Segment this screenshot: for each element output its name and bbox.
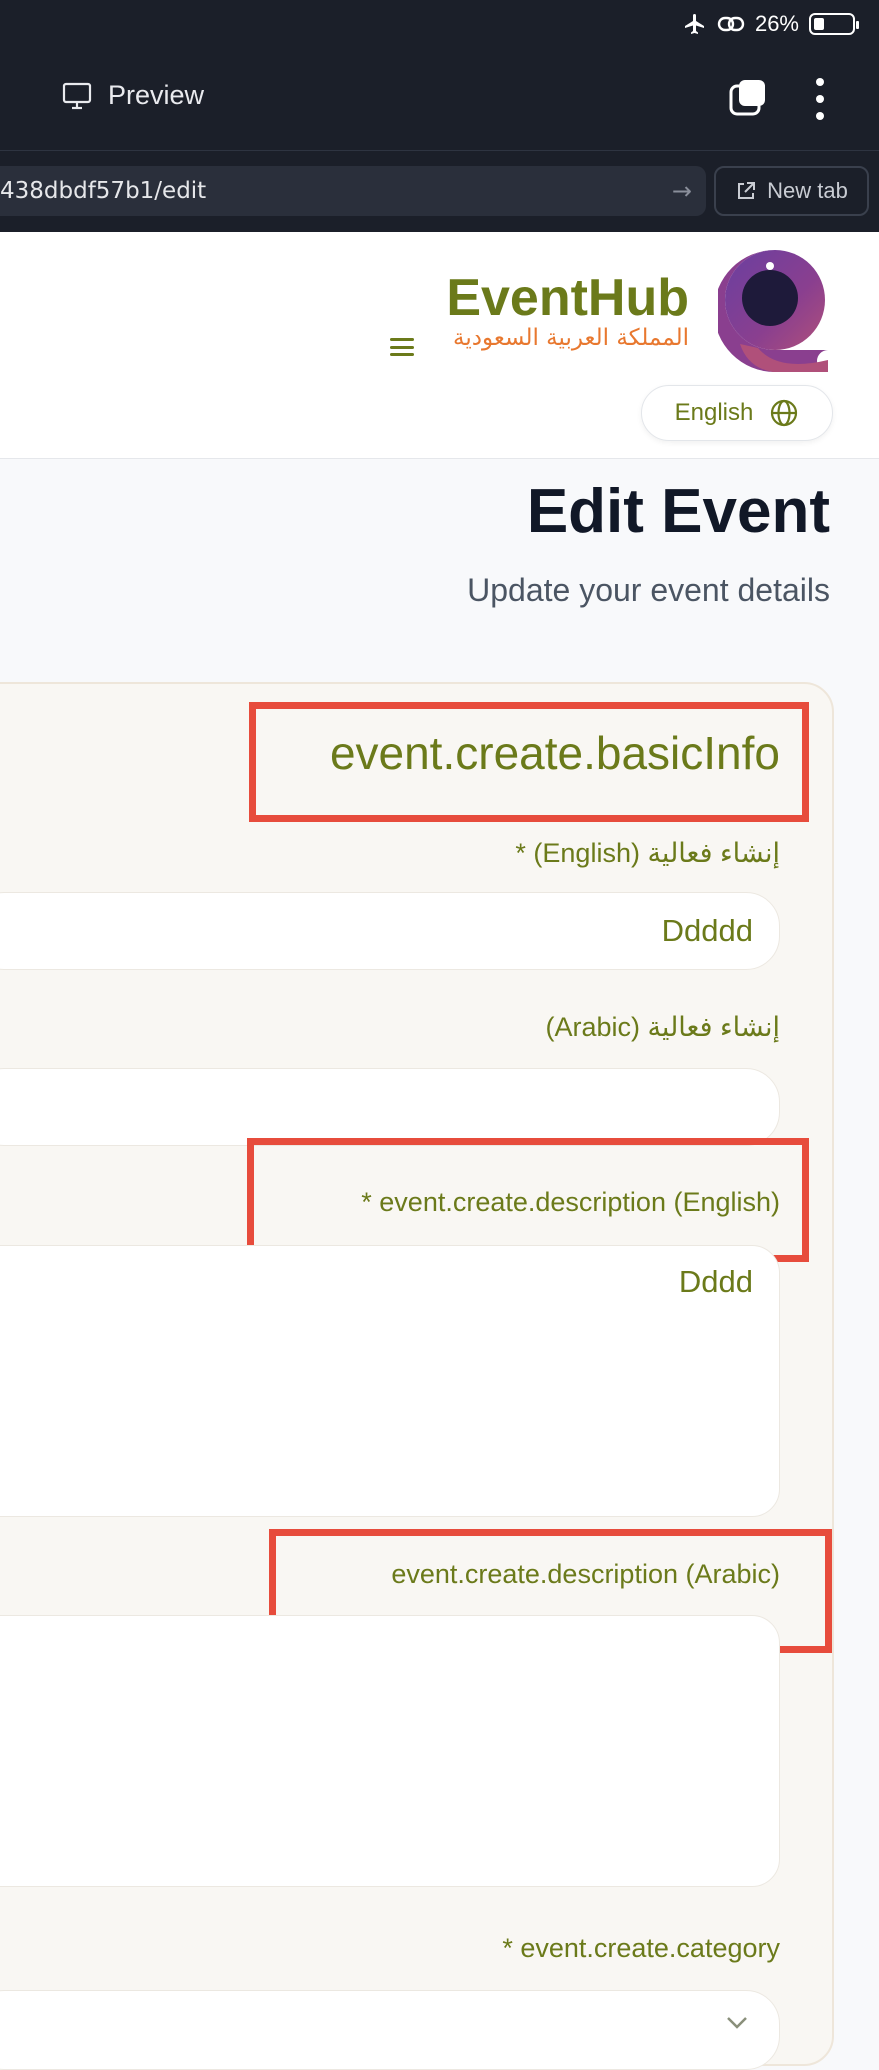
new-tab-label: New tab (767, 178, 848, 203)
external-link-icon (738, 182, 756, 199)
new-tab-button[interactable]: New tab (714, 166, 869, 216)
menu-icon[interactable] (390, 338, 414, 356)
language-switcher[interactable]: English (641, 385, 833, 441)
airplane-icon (684, 14, 704, 34)
page-title: Edit Event (526, 477, 830, 546)
more-options-icon[interactable] (813, 78, 827, 120)
brand-name[interactable]: EventHub (446, 268, 689, 328)
globe-icon (771, 399, 798, 427)
url-text: 438dbdf57b1/edit (0, 178, 207, 204)
highlight-box (249, 702, 809, 822)
go-arrow-icon[interactable]: → (672, 166, 692, 216)
title-en-label: إنشاء فعالية (English) * (515, 838, 780, 868)
desc-ar-textarea[interactable] (0, 1615, 780, 1887)
brand-logo[interactable] (718, 248, 832, 372)
tabs-icon[interactable] (729, 78, 767, 116)
link-icon (717, 16, 745, 32)
title-ar-label: إنشاء فعالية (Arabic) (545, 1012, 780, 1042)
chevron-down-icon (727, 2017, 747, 2029)
category-label: * event.create.category (502, 1933, 780, 1963)
desc-en-textarea[interactable]: Dddd (0, 1245, 780, 1517)
title-en-input[interactable]: Ddddd (0, 892, 780, 970)
preview-label: Preview (108, 80, 205, 110)
category-select[interactable] (0, 1990, 780, 2070)
highlight-box (247, 1138, 809, 1262)
preview-button[interactable]: Preview (62, 80, 204, 111)
title-en-value: Ddddd (661, 913, 753, 948)
language-label: English (674, 399, 754, 426)
monitor-icon (62, 82, 92, 109)
chrome-divider (0, 150, 879, 151)
brand-subtitle: المملكة العربية السعودية (453, 325, 689, 351)
desc-en-value: Dddd (678, 1264, 753, 1299)
battery-icon (809, 13, 859, 35)
address-bar[interactable]: 438dbdf57b1/edit → (0, 166, 706, 216)
page-subtitle: Update your event details (467, 572, 830, 608)
status-bar: 26% (683, 10, 859, 38)
title-ar-input[interactable] (0, 1068, 780, 1146)
battery-percent: 26% (754, 11, 799, 36)
